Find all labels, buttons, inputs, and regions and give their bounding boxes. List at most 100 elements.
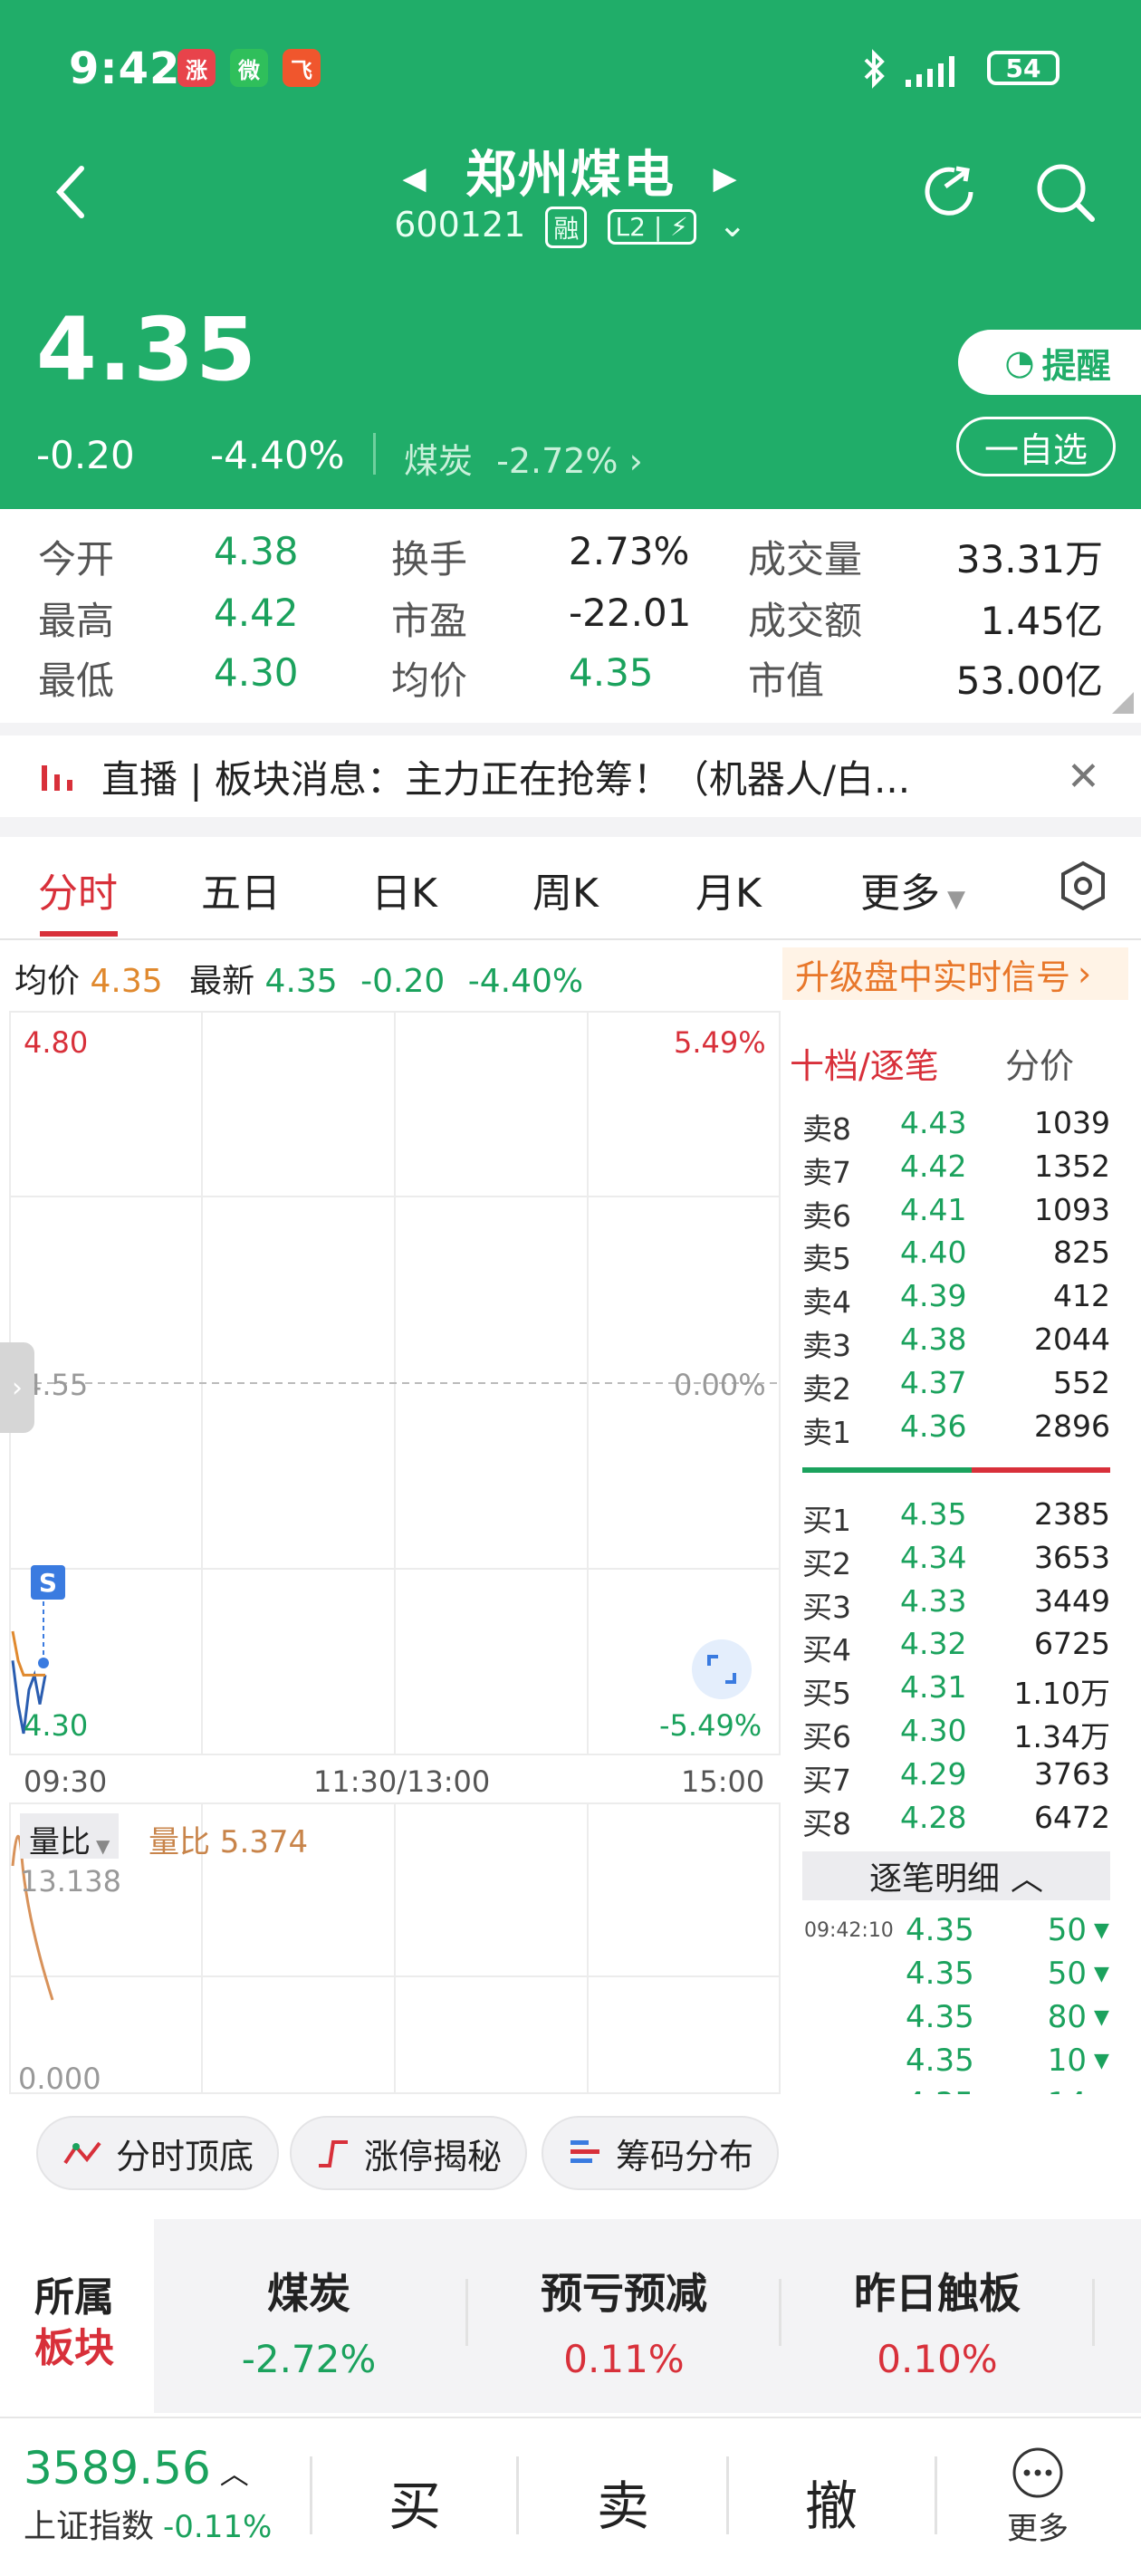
ask-row[interactable]: 卖6 4.41 1093	[802, 1192, 1110, 1235]
close-icon[interactable]: ✕	[1067, 754, 1100, 800]
stat-label: 市值	[748, 658, 825, 703]
level-volume: 2896	[1034, 1408, 1110, 1444]
price-change-pct: -4.40%	[210, 433, 345, 477]
remind-label: 提醒	[1041, 345, 1111, 386]
sector-name: 煤炭	[267, 2269, 350, 2318]
trade-detail-header[interactable]: 逐笔明细 ︿	[802, 1851, 1110, 1900]
chip-limit-up[interactable]: 涨停揭秘	[290, 2116, 528, 2190]
index-value: 3589.56	[24, 2442, 211, 2494]
stat-value: -22.01	[569, 591, 692, 635]
ask-row[interactable]: 卖1 4.36 2896	[802, 1408, 1110, 1452]
bid-row[interactable]: 买6 4.30 1.34万	[802, 1713, 1110, 1756]
next-stock-icon[interactable]: ▶	[714, 160, 739, 197]
volume-grid	[9, 1802, 781, 2094]
stat-label: 市盈	[391, 599, 468, 643]
sector-loss-forecast[interactable]: 预亏预减 0.11%	[475, 2261, 773, 2381]
index-ticker[interactable]: 3589.56 ︿ 上证指数 -0.11%	[24, 2442, 272, 2547]
battery-indicator: 54	[987, 51, 1060, 85]
ask-row[interactable]: 卖4 4.39 412	[802, 1278, 1110, 1322]
bid-row[interactable]: 买1 4.35 2385	[802, 1496, 1110, 1540]
sell-button[interactable]: 卖	[578, 2464, 668, 2540]
book-tab-price[interactable]: 分价	[1005, 1038, 1074, 1088]
distribution-icon	[570, 2140, 599, 2163]
tick-price: 4.35	[906, 1912, 974, 1948]
level-price: 4.42	[900, 1148, 967, 1184]
sector-pct: 0.10%	[877, 2337, 998, 2381]
tick-price: 4.35	[906, 2086, 1014, 2094]
sector-title-2: 板块	[34, 2325, 114, 2371]
stat-value: 53.00亿	[955, 658, 1103, 703]
bid-row[interactable]: 买3 4.33 3449	[802, 1583, 1110, 1627]
level2-tag[interactable]: L2 | ⚡	[607, 209, 696, 245]
level-price: 4.33	[900, 1582, 967, 1619]
tick-row: 09:42:10 4.35 50 ▼	[788, 1909, 1123, 1951]
fullscreen-button[interactable]	[692, 1639, 752, 1699]
latest-pct: -4.40%	[467, 963, 584, 1000]
volume-axis-top: 13.138	[20, 1864, 121, 1898]
level-price: 4.41	[900, 1191, 967, 1227]
news-bar[interactable]: 直播 | 板块消息：主力正在抢筹！（机器人/白... ✕	[0, 735, 1141, 817]
caret-down-icon: ▼	[947, 886, 965, 913]
tab-daily-k[interactable]: 日K	[371, 860, 437, 918]
level-volume: 6725	[1034, 1626, 1110, 1662]
chip-chip-distribution[interactable]: 筹码分布	[542, 2116, 780, 2190]
settings-hex-icon[interactable]	[1060, 860, 1107, 911]
divider	[1092, 2279, 1095, 2346]
level-volume: 1.10万	[1013, 1676, 1110, 1712]
level-price: 4.34	[900, 1539, 967, 1575]
book-tab-ten-levels[interactable]: 十档/逐笔	[790, 1038, 939, 1088]
sector-name: 预亏预减	[541, 2269, 707, 2318]
signal-marker[interactable]: S	[31, 1565, 65, 1600]
cancel-order-button[interactable]: 撤	[786, 2464, 877, 2540]
chevron-right-icon: ›	[628, 441, 643, 481]
tick-row: 4.35 50 ▼	[788, 1953, 1123, 1994]
tab-weekly-k[interactable]: 周K	[532, 860, 599, 918]
level-price: 4.32	[900, 1626, 967, 1662]
level-volume: 1.34万	[1013, 1719, 1110, 1754]
search-icon[interactable]	[1032, 159, 1098, 225]
level-volume: 2044	[1034, 1322, 1110, 1357]
bid-row[interactable]: 买7 4.29 3763	[802, 1756, 1110, 1800]
chip-intraday-top-bottom[interactable]: 分时顶底	[36, 2116, 280, 2190]
ask-row[interactable]: 卖3 4.38 2044	[802, 1322, 1110, 1365]
prev-stock-icon[interactable]: ◀	[402, 160, 427, 197]
tick-volume: 10	[1047, 2043, 1087, 2079]
avg-value: 4.35	[90, 963, 163, 1000]
sector-coal[interactable]: 煤炭 -2.72%	[159, 2261, 458, 2381]
buy-button[interactable]: 买	[369, 2464, 460, 2540]
sector-touched-limit[interactable]: 昨日触板 0.10%	[788, 2261, 1087, 2381]
bid-row[interactable]: 买5 4.31 1.10万	[802, 1669, 1110, 1713]
ask-row[interactable]: 卖7 4.42 1352	[802, 1149, 1110, 1192]
tab-more[interactable]: 更多 ▼	[860, 860, 965, 918]
tab-monthly-k[interactable]: 月K	[695, 860, 762, 918]
expand-corner-icon[interactable]	[1110, 690, 1136, 716]
side-drawer-handle[interactable]: ›	[0, 1342, 34, 1433]
more-dots-icon	[1012, 2447, 1063, 2498]
tick-volume: 50	[1047, 1956, 1087, 1992]
chevron-down-icon[interactable]: ⌄	[718, 205, 747, 245]
sector-pct: -2.72%	[496, 441, 618, 481]
remind-button[interactable]: ◔ 提醒	[958, 330, 1141, 395]
level-volume: 1352	[1034, 1148, 1110, 1184]
more-button[interactable]: 更多	[992, 2446, 1083, 2548]
bid-row[interactable]: 买2 4.34 3653	[802, 1540, 1110, 1583]
level-label: 卖1	[802, 1414, 851, 1450]
sector-link[interactable]: 煤炭 -2.72% ›	[404, 433, 643, 483]
bid-ratio	[802, 1467, 972, 1473]
ask-row[interactable]: 卖8 4.43 1039	[802, 1105, 1110, 1149]
down-triangle-icon: ▼	[1094, 2093, 1109, 2095]
upgrade-signal-button[interactable]: 升级盘中实时信号 ›	[782, 947, 1128, 1000]
level-label: 卖5	[802, 1241, 851, 1277]
pct-axis-mid: 0.00%	[674, 1368, 766, 1402]
volume-indicator-select[interactable]: 量比 ▼	[20, 1813, 120, 1860]
ask-row[interactable]: 卖5 4.40 825	[802, 1235, 1110, 1278]
tab-intraday[interactable]: 分时	[38, 860, 118, 918]
tab-five-day[interactable]: 五日	[201, 860, 281, 918]
share-icon[interactable]	[918, 159, 983, 225]
bid-row[interactable]: 买4 4.32 6725	[802, 1626, 1110, 1669]
bid-row[interactable]: 买8 4.28 6472	[802, 1800, 1110, 1843]
ask-row[interactable]: 卖2 4.37 552	[802, 1365, 1110, 1408]
add-watchlist-button[interactable]: 一自选	[956, 417, 1116, 476]
divider	[465, 2279, 468, 2346]
stat-label: 成交量	[748, 537, 863, 582]
